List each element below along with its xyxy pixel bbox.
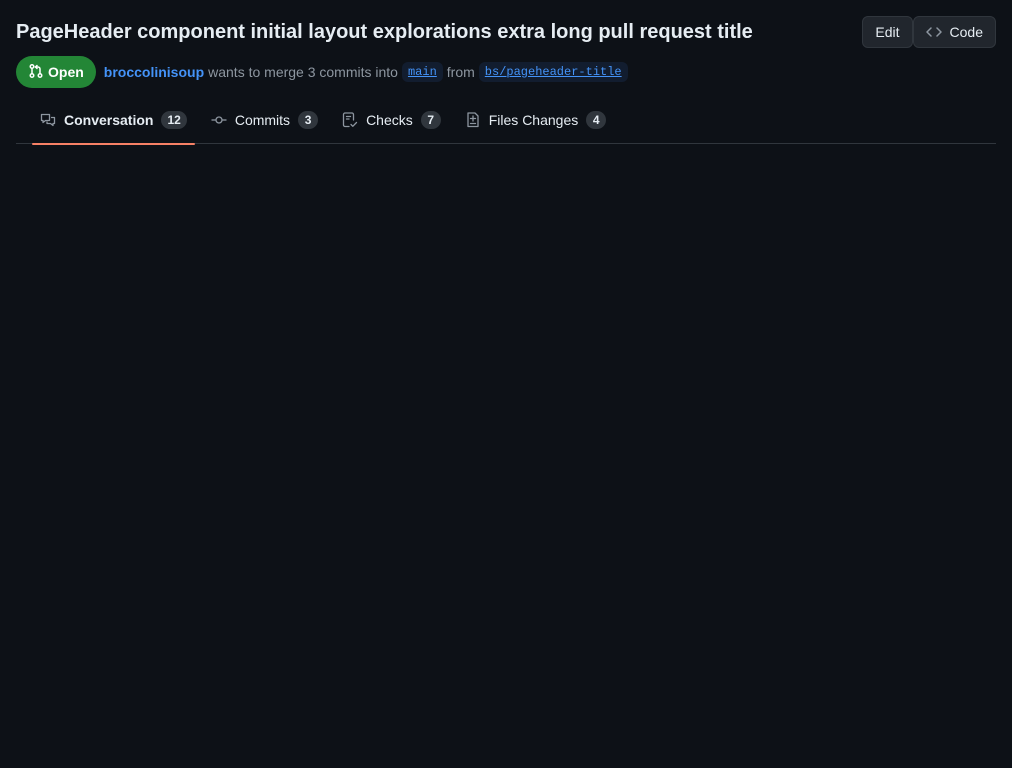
tab-files-changes[interactable]: Files Changes 4 [457,96,615,144]
merge-description: broccolinisoup wants to merge 3 commits … [104,62,628,82]
head-branch-link[interactable]: bs/pageheader-title [478,62,628,82]
edit-button[interactable]: Edit [862,16,913,48]
tab-conversation-counter: 12 [161,110,187,129]
status-label: Open [48,64,84,80]
file-diff-icon [465,111,481,128]
header-actions: Edit Code [862,16,996,48]
code-button-label: Code [949,24,983,40]
page-header-title-row: PageHeader component initial layout expl… [16,16,996,48]
code-button[interactable]: Code [912,16,996,48]
tab-conversation[interactable]: Conversation 12 [32,96,195,145]
merge-text: wants to merge 3 commits into [208,64,398,80]
tab-files-changes-label: Files Changes [488,111,579,128]
git-commit-icon [211,112,227,128]
edit-button-label: Edit [875,24,900,40]
comment-discussion-icon [40,112,56,128]
from-text: from [446,64,475,80]
tab-checks-counter: 7 [420,110,441,129]
page-title: PageHeader component initial layout expl… [16,21,753,43]
underline-nav: Conversation 12 Commits 3 Checks 7 Files… [16,96,996,145]
tab-commits-label: Commits [234,111,291,128]
status-badge: Open [16,56,96,88]
tab-checks-label: Checks [366,111,413,128]
tab-commits[interactable]: Commits 3 [203,96,326,144]
author-link[interactable]: broccolinisoup [104,64,204,80]
pull-request-meta: Open broccolinisoup wants to merge 3 com… [16,56,628,88]
tab-conversation-label: Conversation [64,111,154,128]
page: PageHeader component initial layout expl… [0,0,1012,768]
git-pull-request-icon [28,63,44,82]
tab-checks[interactable]: Checks 7 [334,96,449,144]
tab-commits-counter: 3 [298,110,319,129]
tab-files-changes-counter: 4 [586,110,607,129]
checklist-icon [342,111,358,128]
base-branch-link[interactable]: main [401,62,443,82]
code-icon [925,24,942,40]
